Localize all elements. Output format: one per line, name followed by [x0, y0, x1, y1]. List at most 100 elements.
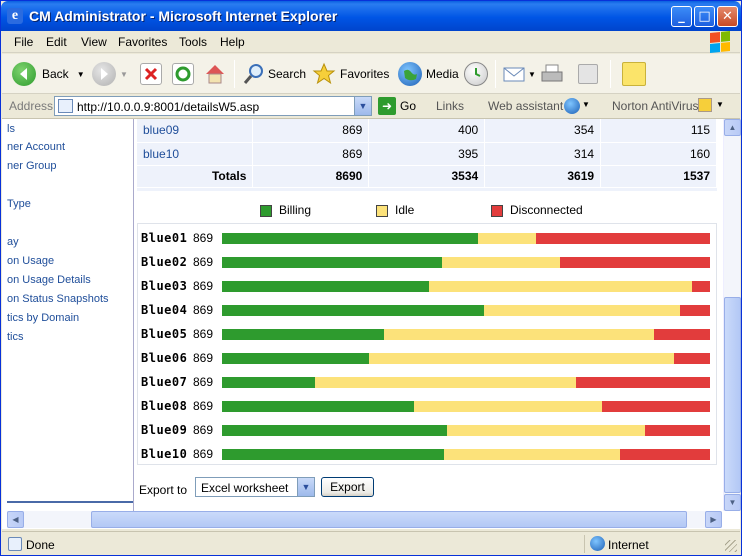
bar-segment-billing [222, 449, 444, 460]
mail-button[interactable]: ▼ [502, 59, 536, 89]
menu-tools[interactable]: Tools [179, 35, 207, 49]
refresh-button[interactable] [172, 59, 194, 89]
table-row: blue09 869 400 354 115 [137, 119, 717, 143]
forward-button[interactable]: ▼ [92, 59, 128, 89]
sidebar: ls ner Account ner Group Type ay on Usag… [7, 119, 134, 511]
totals-disconnected: 1537 [600, 165, 717, 188]
history-button[interactable] [464, 59, 488, 89]
stacked-bar [222, 377, 710, 388]
vertical-scroll-thumb[interactable] [724, 297, 741, 493]
address-input[interactable]: http://10.0.0.9:8001/detailsW5.asp ▼ [54, 96, 372, 116]
window-title: CM Administrator - Microsoft Internet Ex… [29, 8, 338, 24]
maximize-button[interactable]: □ [694, 6, 715, 27]
norton-antivirus-label[interactable]: Norton AntiVirus [612, 99, 699, 113]
bar-segment-disconnected [692, 281, 710, 292]
export-button[interactable]: Export [321, 477, 374, 497]
table-cell-total: 869 [252, 119, 370, 143]
bar-segment-idle [477, 233, 536, 244]
stacked-bar [222, 401, 710, 412]
resize-grip-icon[interactable] [725, 540, 737, 552]
messenger-button[interactable] [622, 59, 646, 89]
sidebar-item-session-status-snapshots[interactable]: on Status Snapshots [7, 293, 109, 305]
scroll-down-icon[interactable]: ▼ [724, 494, 741, 511]
sidebar-item-type[interactable]: Type [7, 198, 31, 210]
scroll-up-icon[interactable]: ▲ [724, 119, 741, 136]
internet-zone-globe-icon [590, 536, 605, 551]
table-cell-name[interactable]: blue10 [137, 142, 254, 166]
sidebar-item-session-usage-details[interactable]: on Usage Details [7, 274, 91, 286]
sidebar-item-details[interactable]: ls [7, 123, 15, 135]
chart-legend: Billing Idle Disconnected [135, 201, 723, 221]
media-button[interactable]: Media [398, 59, 459, 89]
legend-label-idle: Idle [395, 203, 415, 217]
table-cell-disconnected: 115 [600, 119, 717, 143]
bar-segment-disconnected [602, 401, 710, 412]
web-assistant-globe-icon[interactable] [564, 98, 580, 114]
bar-segment-idle [428, 281, 692, 292]
web-assistant-dropdown-icon[interactable]: ▼ [582, 100, 590, 109]
sidebar-item-statistics[interactable]: tics [7, 331, 24, 343]
menu-favorites[interactable]: Favorites [118, 35, 167, 49]
address-dropdown-icon[interactable]: ▼ [354, 97, 371, 115]
horizontal-scrollbar[interactable]: ◀ ▶ [7, 511, 722, 528]
web-assistant-label[interactable]: Web assistant [488, 99, 563, 113]
print-button[interactable] [540, 59, 564, 89]
stacked-bar-chart: Blue01 869 Blue02 869 Blue03 869 Blue04 869 Blue… [137, 223, 717, 465]
links-label[interactable]: Links [436, 99, 464, 113]
toolbar-separator [495, 60, 496, 88]
table-cell-idle: 314 [484, 142, 602, 166]
sidebar-item-statistics-by-domain[interactable]: tics by Domain [7, 312, 79, 324]
history-clock-icon [464, 62, 488, 86]
menu-help[interactable]: Help [220, 35, 245, 49]
bar-segment-idle [483, 305, 681, 316]
vertical-scrollbar[interactable]: ▲ ▼ [723, 119, 741, 511]
horizontal-scroll-thumb[interactable] [91, 511, 687, 528]
scroll-right-icon[interactable]: ▶ [705, 511, 722, 528]
sidebar-item-day[interactable]: ay [7, 236, 19, 248]
totals-total: 8690 [252, 165, 370, 188]
forward-dropdown-icon[interactable]: ▼ [120, 70, 128, 79]
search-label: Search [268, 67, 307, 81]
back-button[interactable]: Back ▼ [12, 59, 85, 89]
totals-idle: 3619 [484, 165, 602, 188]
norton-icon[interactable] [698, 98, 712, 112]
minimize-button[interactable]: _ [671, 6, 692, 27]
close-button[interactable]: ✕ [717, 6, 738, 27]
select-dropdown-icon[interactable]: ▼ [297, 478, 314, 496]
mail-dropdown-icon[interactable]: ▼ [528, 70, 536, 79]
sidebar-item-user-group[interactable]: ner Group [7, 160, 57, 172]
bar-segment-idle [369, 353, 675, 364]
back-dropdown-icon[interactable]: ▼ [77, 70, 85, 79]
status-text: Done [26, 538, 55, 552]
status-bar: Done Internet [2, 531, 740, 555]
menu-edit[interactable]: Edit [46, 35, 67, 49]
bar-segment-idle [383, 329, 655, 340]
home-button[interactable] [203, 59, 227, 89]
ie-app-icon: e [7, 8, 23, 24]
table-cell-billing: 395 [368, 142, 486, 166]
chart-category-label: Blue10 [141, 447, 188, 461]
legend-swatch-billing [260, 205, 272, 217]
table-row: blue10 869 395 314 160 [137, 142, 717, 166]
chart-row: Blue01 869 [138, 226, 718, 250]
menu-view[interactable]: View [81, 35, 107, 49]
scroll-left-icon[interactable]: ◀ [7, 511, 24, 528]
stop-button[interactable] [140, 59, 162, 89]
chart-total-label: 869 [193, 303, 214, 317]
media-label: Media [426, 67, 459, 81]
favorites-button[interactable]: Favorites [312, 59, 389, 89]
go-arrow-icon[interactable]: ➜ [378, 97, 396, 115]
bar-segment-idle [442, 257, 561, 268]
search-button[interactable]: Search [242, 59, 306, 89]
browser-window: e CM Administrator - Microsoft Internet … [0, 0, 742, 556]
title-bar: e CM Administrator - Microsoft Internet … [1, 1, 741, 31]
menu-file[interactable]: File [14, 35, 33, 49]
sidebar-item-user-account[interactable]: ner Account [7, 141, 65, 153]
norton-dropdown-icon[interactable]: ▼ [716, 100, 724, 109]
favorites-star-icon [312, 62, 336, 86]
export-format-select[interactable]: Excel worksheet ▼ [195, 477, 315, 497]
edit-button[interactable] [578, 59, 598, 89]
table-cell-name[interactable]: blue09 [137, 119, 254, 143]
sidebar-item-session-usage[interactable]: on Usage [7, 255, 54, 267]
go-button[interactable]: Go [400, 99, 416, 113]
